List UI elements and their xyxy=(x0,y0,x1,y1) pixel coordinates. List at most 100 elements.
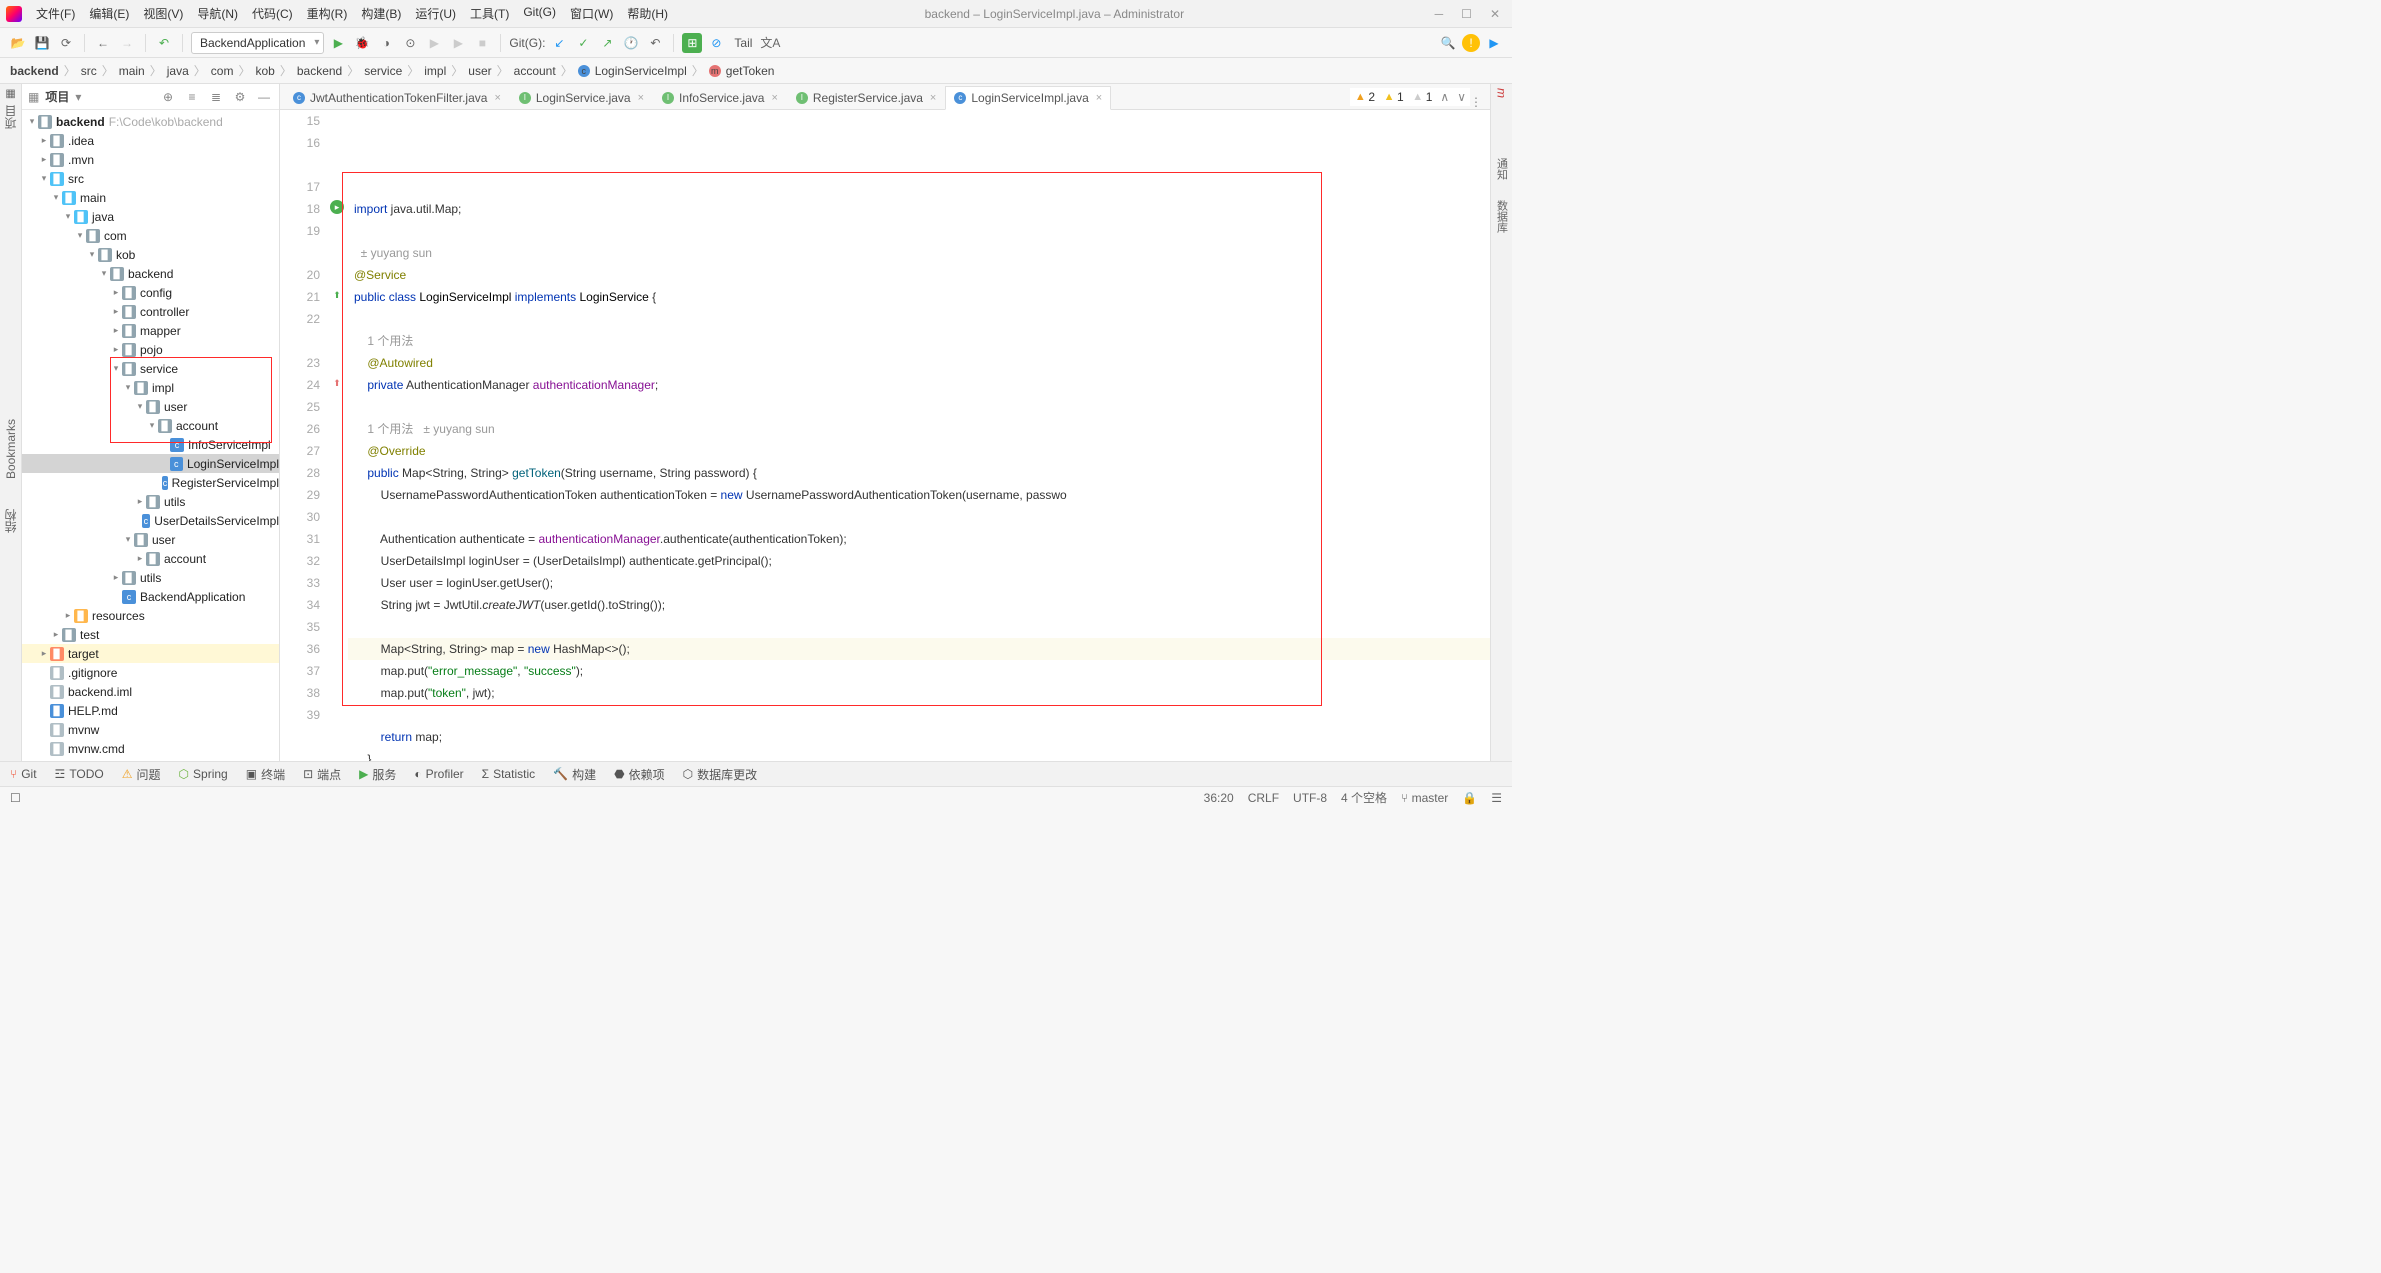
close-tab-icon[interactable]: × xyxy=(638,92,644,104)
tree-row[interactable]: cLoginServiceImpl xyxy=(22,454,279,473)
editor-tab[interactable]: cJwtAuthenticationTokenFilter.java× xyxy=(284,85,510,109)
attach-button[interactable]: ▶ xyxy=(424,33,444,53)
inspections-widget[interactable]: ▲2 ▲1 ▲1 ∧ ∨ xyxy=(1350,88,1470,106)
crumb[interactable]: service xyxy=(364,64,402,78)
hide-button[interactable]: — xyxy=(255,88,273,106)
encoding[interactable]: UTF-8 xyxy=(1293,791,1327,805)
db-changes-tool-button[interactable]: ⬡数据库更改 xyxy=(683,766,758,783)
tree-row[interactable]: ▉.gitignore xyxy=(22,663,279,682)
up-icon[interactable]: ∧ xyxy=(1440,90,1449,104)
tree-row[interactable]: ▸▉resources xyxy=(22,606,279,625)
tree-row[interactable]: cBackendApplication xyxy=(22,587,279,606)
project-dropdown-icon[interactable]: ▦ xyxy=(28,90,39,104)
close-tab-icon[interactable]: × xyxy=(930,92,936,104)
back-button[interactable]: ← xyxy=(93,33,113,53)
git-branch[interactable]: ⑂ master xyxy=(1401,791,1448,805)
debug-button[interactable]: 🐞 xyxy=(352,33,372,53)
crumb[interactable]: backend xyxy=(297,64,342,78)
problems-tool-button[interactable]: ⚠问题 xyxy=(122,766,161,783)
dropdown-icon[interactable]: ▾ xyxy=(75,90,81,104)
crumb[interactable]: kob xyxy=(255,64,274,78)
tree-row[interactable]: ▸▉utils xyxy=(22,568,279,587)
override-gutter-icon[interactable]: ⬆ xyxy=(330,288,344,302)
refresh-button[interactable]: ⟳ xyxy=(56,33,76,53)
menu-window[interactable]: 窗口(W) xyxy=(564,3,619,24)
forward-button[interactable]: → xyxy=(117,33,137,53)
impl-gutter-icon[interactable]: ⬆ xyxy=(330,376,344,390)
tree-row[interactable]: ▸▉target xyxy=(22,644,279,663)
crumb[interactable]: LoginServiceImpl xyxy=(595,64,687,78)
database-tool-button[interactable]: 数据库 xyxy=(1494,200,1510,233)
settings-button[interactable]: ⚙ xyxy=(231,88,249,106)
caret-position[interactable]: 36:20 xyxy=(1204,791,1234,805)
menu-navigate[interactable]: 导航(N) xyxy=(191,3,244,24)
code-editor[interactable]: 1516 171819 202122 232425262728293031323… xyxy=(280,110,1490,761)
close-tab-icon[interactable]: × xyxy=(1096,92,1102,104)
tree-row[interactable]: cInfoServiceImpl xyxy=(22,435,279,454)
run-gutter-icon[interactable]: ▸ xyxy=(330,200,344,214)
menu-file[interactable]: 文件(F) xyxy=(30,3,81,24)
menu-edit[interactable]: 编辑(E) xyxy=(83,3,135,24)
build-tool-button[interactable]: 🔨构建 xyxy=(553,766,596,783)
close-tab-icon[interactable]: × xyxy=(771,92,777,104)
undo-arrow-icon[interactable]: ↶ xyxy=(154,33,174,53)
git-history-button[interactable]: 🕐 xyxy=(621,33,641,53)
typo-indicator[interactable]: ▲1 xyxy=(1412,90,1433,104)
run-button[interactable]: ▶ xyxy=(328,33,348,53)
endpoints-tool-button[interactable]: ⊡端点 xyxy=(303,766,341,783)
profiler-tool-button[interactable]: ◐Profiler xyxy=(414,767,463,781)
minimize-button[interactable]: ─ xyxy=(1435,7,1444,21)
tree-row[interactable]: ▾▉user xyxy=(22,530,279,549)
editor-tab[interactable]: ILoginService.java× xyxy=(510,85,653,109)
save-button[interactable]: 💾 xyxy=(32,33,52,53)
project-tool-button[interactable]: 项目 ▦ xyxy=(2,88,19,129)
tool2-button[interactable]: ⊘ xyxy=(706,33,726,53)
bookmarks-tool-button[interactable]: Bookmarks xyxy=(4,419,18,479)
lock-icon[interactable]: 🔒 xyxy=(1462,791,1477,805)
structure-tool-button[interactable]: 结构 xyxy=(2,509,19,533)
run-config-dropdown[interactable]: BackendApplication xyxy=(191,32,324,54)
code-area[interactable]: import java.util.Map; ± yuyang sun@Servi… xyxy=(348,110,1490,761)
open-button[interactable]: 📂 xyxy=(8,33,28,53)
terminal-tool-button[interactable]: ▣终端 xyxy=(246,766,285,783)
line-separator[interactable]: CRLF xyxy=(1248,791,1279,805)
indent[interactable]: 4 个空格 xyxy=(1341,789,1387,806)
crumb[interactable]: backend xyxy=(10,64,59,78)
tree-row[interactable]: cUserDetailsServiceImpl xyxy=(22,511,279,530)
tree-row[interactable]: ▸▉controller xyxy=(22,302,279,321)
tree-row[interactable]: ▉HELP.md xyxy=(22,701,279,720)
locate-button[interactable]: ⊕ xyxy=(159,88,177,106)
services-tool-button[interactable]: ▶服务 xyxy=(359,766,396,783)
statistic-tool-button[interactable]: ΣStatistic xyxy=(482,767,535,781)
tree-row[interactable]: cRegisterServiceImpl xyxy=(22,473,279,492)
tree-row[interactable]: ▸▉utils xyxy=(22,492,279,511)
todo-tool-button[interactable]: ☲TODO xyxy=(55,767,104,781)
tree-row[interactable]: ▾▉main xyxy=(22,188,279,207)
editor-tab[interactable]: IRegisterService.java× xyxy=(787,85,945,109)
profile-button[interactable]: ⊙ xyxy=(400,33,420,53)
gutter[interactable]: 1516 171819 202122 232425262728293031323… xyxy=(280,110,328,761)
tree-row[interactable]: ▸▉.mvn xyxy=(22,150,279,169)
git-rollback-button[interactable]: ↶ xyxy=(645,33,665,53)
tree-row[interactable]: ▾▉com xyxy=(22,226,279,245)
tree-row[interactable]: ▸▉.idea xyxy=(22,131,279,150)
editor-tab[interactable]: cLoginServiceImpl.java× xyxy=(945,86,1111,110)
spring-tool-button[interactable]: ⬡Spring xyxy=(179,767,228,781)
tree-row[interactable]: ▸▉pojo xyxy=(22,340,279,359)
tree-row[interactable]: ▾▉service xyxy=(22,359,279,378)
down-icon[interactable]: ∨ xyxy=(1457,90,1466,104)
crumb[interactable]: getToken xyxy=(726,64,775,78)
menu-git[interactable]: Git(G) xyxy=(517,3,562,24)
tree-row[interactable]: ▾▉src xyxy=(22,169,279,188)
tree-root[interactable]: ▾▉ backend F:\Code\kob\backend xyxy=(22,112,279,131)
tree-row[interactable]: ▾▉kob xyxy=(22,245,279,264)
dependencies-tool-button[interactable]: ⬣依赖项 xyxy=(614,766,665,783)
project-tree[interactable]: ▾▉ backend F:\Code\kob\backend ▸▉.idea▸▉… xyxy=(22,110,279,761)
tree-row[interactable]: ▉backend.iml xyxy=(22,682,279,701)
tree-row[interactable]: ▸▉account xyxy=(22,549,279,568)
tree-row[interactable]: ▉mvnw xyxy=(22,720,279,739)
tree-row[interactable]: ▾▉account xyxy=(22,416,279,435)
tree-row[interactable]: ▾▉impl xyxy=(22,378,279,397)
crumb[interactable]: java xyxy=(167,64,189,78)
tree-row[interactable]: ▾▉backend xyxy=(22,264,279,283)
